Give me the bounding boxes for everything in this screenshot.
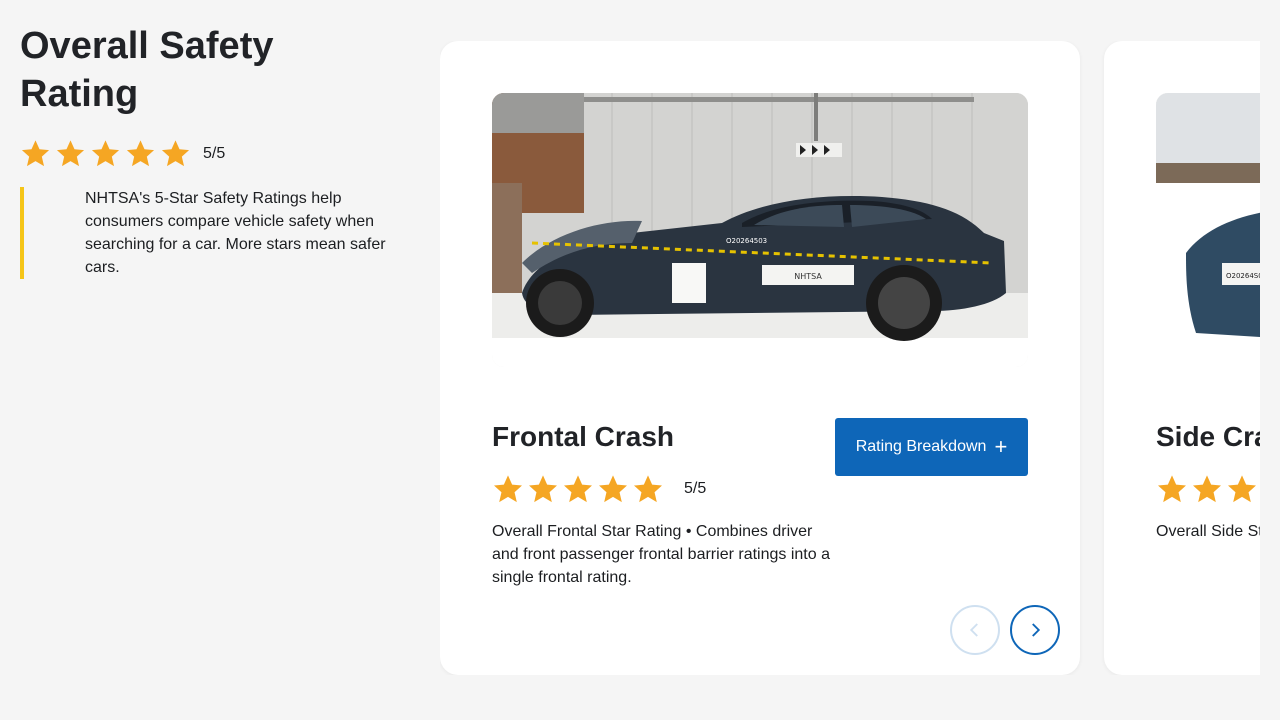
nhtsa-sticker-text: NHTSA — [794, 272, 822, 281]
overall-safety-summary: Overall Safety Rating 5/5 NHTSA's 5-Star… — [20, 22, 390, 279]
star-icon — [90, 138, 121, 169]
page-title: Overall Safety Rating — [20, 25, 274, 115]
side-star-rating — [1156, 473, 1260, 505]
star-icon — [55, 138, 86, 169]
crash-test-illustration: NHTSA O20264503 — [492, 93, 1028, 367]
rating-explanation: NHTSA's 5-Star Safety Ratings help consu… — [20, 187, 390, 279]
card-description: Overall Frontal Star Rating • Combines d… — [492, 523, 830, 586]
chevron-left-icon — [969, 623, 978, 637]
side-crash-card: O20264S0 Side Cra Overall Side St and si… — [1104, 41, 1260, 675]
star-icon — [492, 473, 524, 505]
frontal-star-rating: 5/5 — [492, 473, 706, 505]
star-icon — [632, 473, 664, 505]
star-icon — [597, 473, 629, 505]
side-crash-illustration: O20264S0 — [1156, 93, 1260, 393]
chevron-right-icon — [1032, 623, 1041, 637]
carousel-prev-button[interactable] — [950, 605, 1000, 655]
star-icon — [562, 473, 594, 505]
star-icon — [20, 138, 51, 169]
rating-carousel: NHTSA O20264503 Frontal Crash 5/5 Overal… — [440, 41, 1260, 675]
crash-test-photo: NHTSA O20264503 — [492, 93, 1028, 367]
plus-icon: + — [994, 434, 1008, 459]
rating-breakdown-button[interactable]: Rating Breakdown + — [835, 418, 1028, 476]
card-description: Overall Side St and side pole r — [1156, 523, 1260, 540]
overall-star-rating: 5/5 — [20, 138, 390, 169]
star-icon — [1156, 473, 1188, 505]
overall-score: 5/5 — [203, 144, 226, 162]
card-title: Frontal Crash — [492, 421, 675, 452]
star-icon — [1226, 473, 1258, 505]
side-photo-label: O20264S0 — [1226, 272, 1260, 280]
star-icon — [527, 473, 559, 505]
rating-breakdown-label: Rating Breakdown — [855, 438, 987, 455]
side-crash-photo: O20264S0 — [1156, 93, 1260, 393]
frontal-crash-card: NHTSA O20264503 Frontal Crash 5/5 Overal… — [440, 41, 1080, 675]
star-icon — [1191, 473, 1223, 505]
carousel-next-button[interactable] — [1010, 605, 1060, 655]
card-score: 5/5 — [684, 480, 707, 497]
card-title: Side Cra — [1156, 421, 1260, 452]
vehicle-id-label: O20264503 — [726, 237, 767, 245]
star-icon — [160, 138, 191, 169]
star-icon — [125, 138, 156, 169]
